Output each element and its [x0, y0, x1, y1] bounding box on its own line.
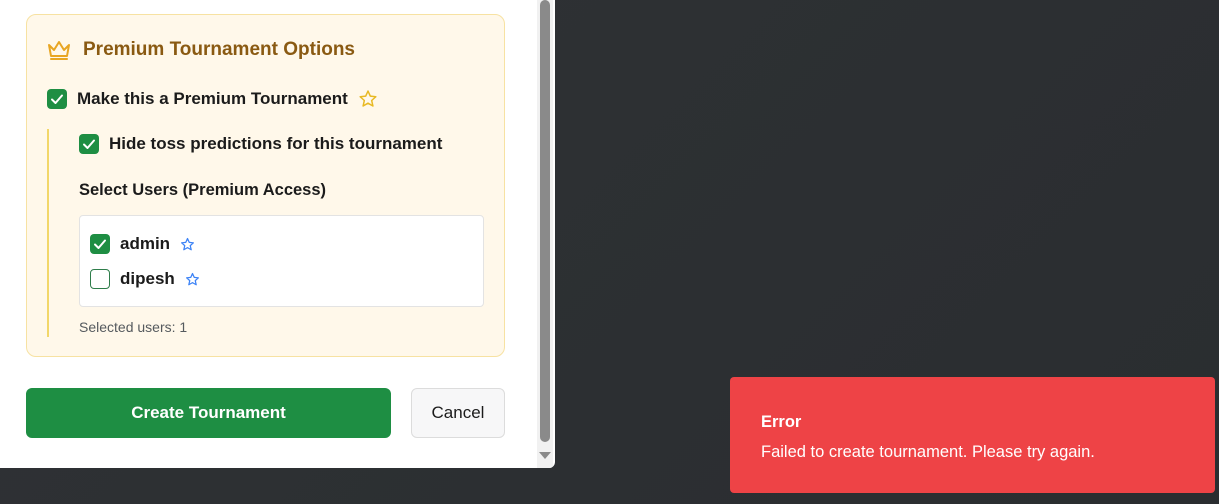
user-select-list: admin dipesh	[79, 215, 484, 307]
hide-toss-checkbox[interactable]	[79, 134, 99, 154]
make-premium-row[interactable]: Make this a Premium Tournament	[47, 89, 378, 109]
selected-users-count: Selected users: 1	[79, 319, 188, 335]
user-name: admin	[120, 234, 171, 253]
toast-message: Failed to create tournament. Please try …	[761, 443, 1095, 461]
make-premium-checkbox[interactable]	[47, 89, 67, 109]
user-item-dipesh[interactable]: dipesh	[90, 269, 200, 289]
create-tournament-modal: Premium Tournament Options Make this a P…	[0, 0, 555, 468]
premium-options-header: Premium Tournament Options	[47, 39, 355, 61]
modal-scrollbar-thumb[interactable]	[540, 0, 550, 442]
user-admin-checkbox[interactable]	[90, 234, 110, 254]
premium-options-title: Premium Tournament Options	[83, 39, 356, 60]
star-icon	[181, 237, 195, 250]
make-premium-label: Make this a Premium Tournament	[77, 89, 348, 108]
error-toast[interactable]: Error Failed to create tournament. Pleas…	[730, 377, 1215, 493]
check-icon	[94, 239, 106, 249]
hide-toss-row[interactable]: Hide toss predictions for this tournamen…	[79, 134, 442, 154]
check-icon	[51, 94, 63, 104]
select-users-label: Select Users (Premium Access)	[79, 181, 327, 199]
crown-icon	[48, 41, 70, 60]
user-name: dipesh	[120, 269, 175, 288]
star-icon	[185, 272, 199, 285]
user-dipesh-checkbox[interactable]	[90, 269, 110, 289]
premium-options-card: Premium Tournament Options Make this a P…	[26, 14, 505, 357]
scroll-down-arrow-icon[interactable]	[539, 452, 551, 459]
star-icon	[359, 90, 377, 107]
check-icon	[83, 139, 95, 149]
create-tournament-button[interactable]: Create Tournament	[26, 388, 391, 438]
premium-indent-bar	[47, 129, 49, 337]
toast-title: Error	[761, 413, 802, 431]
user-item-admin[interactable]: admin	[90, 234, 195, 254]
cancel-button[interactable]: Cancel	[411, 388, 505, 438]
hide-toss-label: Hide toss predictions for this tournamen…	[109, 134, 443, 153]
